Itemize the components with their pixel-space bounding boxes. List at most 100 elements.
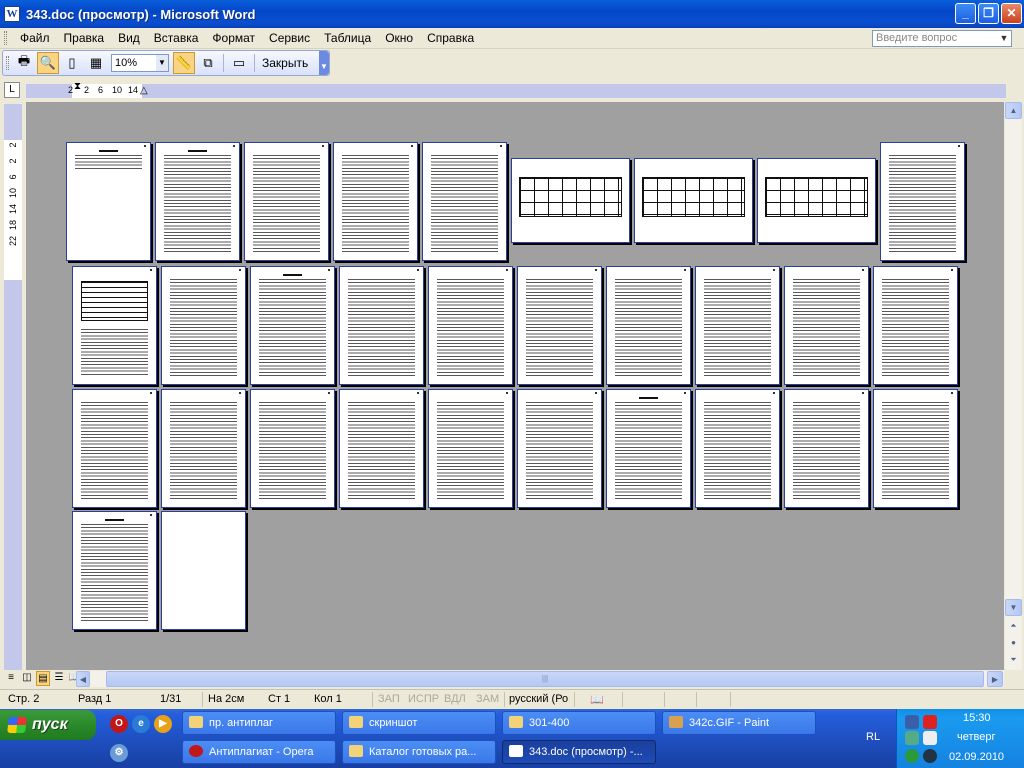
language-indicator[interactable]: RL: [866, 731, 880, 743]
task-folder-screenshot[interactable]: скриншот: [342, 711, 496, 735]
clock-time[interactable]: 15:30: [963, 712, 991, 724]
maximize-button[interactable]: ❐: [978, 3, 999, 24]
menu-table[interactable]: Таблица: [317, 29, 378, 48]
page-thumbnail[interactable]: [695, 266, 780, 385]
chevron-down-icon[interactable]: ▼: [997, 31, 1011, 46]
status-track-changes[interactable]: ИСПР: [408, 693, 439, 705]
opera-icon[interactable]: O: [110, 715, 128, 733]
page-thumbnail[interactable]: [517, 266, 602, 385]
menu-tools[interactable]: Сервис: [262, 29, 317, 48]
page-thumbnail[interactable]: [695, 389, 780, 508]
toolbar-options-icon[interactable]: ▼: [319, 51, 329, 75]
page-thumbnail[interactable]: [72, 511, 157, 630]
spelling-book-icon[interactable]: 📖: [590, 693, 604, 706]
menu-format[interactable]: Формат: [205, 29, 262, 48]
media-icon[interactable]: [923, 749, 937, 763]
help-question-input[interactable]: Введите вопрос ▼: [872, 30, 1012, 47]
page-thumbnail[interactable]: [250, 389, 335, 508]
full-screen-icon[interactable]: ▭: [228, 52, 250, 74]
warning-icon[interactable]: [923, 715, 937, 729]
browse-object-icon[interactable]: ●: [1005, 635, 1022, 652]
page-thumbnail[interactable]: [72, 266, 157, 385]
page-thumbnail[interactable]: [244, 142, 329, 261]
toolbar-grip[interactable]: [6, 56, 9, 70]
magnifier-icon[interactable]: 🔍: [37, 52, 59, 74]
previous-page-icon[interactable]: ⏶: [1005, 618, 1022, 635]
task-opera[interactable]: Антиплагиат - Opera: [182, 740, 336, 764]
menu-insert[interactable]: Вставка: [147, 29, 206, 48]
print-icon[interactable]: 🖶: [13, 52, 35, 74]
horizontal-scrollbar[interactable]: ◀ ||| ▶: [76, 671, 1004, 687]
status-overtype[interactable]: ЗАМ: [476, 693, 499, 705]
outline-view-icon[interactable]: ☰: [52, 671, 66, 686]
title-bar[interactable]: W 343.doc (просмотр) - Microsoft Word _ …: [0, 0, 1024, 28]
page-thumbnail[interactable]: [606, 389, 691, 508]
tab-selector-icon[interactable]: L: [4, 82, 20, 98]
status-extend[interactable]: ВДЛ: [444, 693, 466, 705]
page-thumbnail[interactable]: [339, 389, 424, 508]
antivirus-icon[interactable]: [905, 731, 919, 745]
media-player-icon[interactable]: ▶: [154, 715, 172, 733]
page-thumbnail[interactable]: [72, 389, 157, 508]
scroll-right-icon[interactable]: ▶: [987, 671, 1003, 687]
close-button[interactable]: ✕: [1001, 3, 1022, 24]
shrink-to-fit-icon[interactable]: ⧉: [197, 52, 219, 74]
word-doc-icon[interactable]: W: [4, 6, 20, 22]
minimize-button[interactable]: _: [955, 3, 976, 24]
task-folder-antiplag[interactable]: пр. антиплаг: [182, 711, 336, 735]
task-catalog[interactable]: Каталог готовых ра...: [342, 740, 496, 764]
zoom-select[interactable]: 10% ▼: [111, 54, 169, 72]
status-record[interactable]: ЗАП: [378, 693, 400, 705]
scroll-left-icon[interactable]: ◀: [76, 671, 90, 687]
page-thumbnail[interactable]: [422, 142, 507, 261]
task-word[interactable]: 343.doc (просмотр) -...: [502, 740, 656, 764]
multiple-pages-icon[interactable]: ▦: [85, 52, 107, 74]
page-thumbnail[interactable]: [873, 389, 958, 508]
page-thumbnail[interactable]: [428, 389, 513, 508]
page-thumbnail[interactable]: [634, 158, 753, 243]
update-icon[interactable]: [905, 749, 919, 763]
page-thumbnail[interactable]: [161, 389, 246, 508]
page-thumbnail[interactable]: [784, 389, 869, 508]
right-indent-marker-icon[interactable]: △: [140, 85, 148, 96]
page-thumbnail[interactable]: [339, 266, 424, 385]
page-thumbnail[interactable]: [428, 266, 513, 385]
horizontal-scroll-thumb[interactable]: |||: [106, 671, 984, 687]
page-thumbnail[interactable]: [606, 266, 691, 385]
scroll-up-icon[interactable]: ▲: [1005, 102, 1022, 119]
menu-edit[interactable]: Правка: [57, 29, 112, 48]
chevron-down-icon[interactable]: ▼: [156, 55, 168, 71]
print-preview-area[interactable]: [26, 102, 1004, 670]
web-view-icon[interactable]: ◫: [20, 671, 34, 686]
wifi-icon[interactable]: [923, 731, 937, 745]
page-thumbnail[interactable]: [161, 266, 246, 385]
close-preview-button[interactable]: Закрыть: [258, 53, 312, 73]
menu-window[interactable]: Окно: [378, 29, 420, 48]
page-thumbnail[interactable]: [161, 511, 246, 630]
indent-marker-icon[interactable]: ⧗: [74, 81, 81, 92]
page-thumbnail[interactable]: [517, 389, 602, 508]
task-folder-301-400[interactable]: 301-400: [502, 711, 656, 735]
page-thumbnail[interactable]: [66, 142, 151, 261]
next-page-icon[interactable]: ⏷: [1005, 652, 1022, 669]
print-layout-icon[interactable]: ▤: [36, 671, 50, 686]
view-ruler-icon[interactable]: 📏: [173, 52, 195, 74]
vertical-scrollbar[interactable]: ▲ ▼ ⏶ ● ⏷: [1005, 102, 1022, 670]
page-thumbnail[interactable]: [757, 158, 876, 243]
page-thumbnail[interactable]: [511, 158, 630, 243]
menu-help[interactable]: Справка: [420, 29, 481, 48]
scroll-down-icon[interactable]: ▼: [1005, 599, 1022, 616]
network-connection-icon[interactable]: [905, 715, 919, 729]
one-page-icon[interactable]: ▯: [61, 52, 83, 74]
page-thumbnail[interactable]: [250, 266, 335, 385]
normal-view-icon[interactable]: ≡: [4, 671, 18, 686]
page-thumbnail[interactable]: [873, 266, 958, 385]
network-icon[interactable]: ⚙: [110, 744, 128, 762]
menu-view[interactable]: Вид: [111, 29, 147, 48]
toolbar-grip[interactable]: [4, 31, 7, 45]
task-paint[interactable]: 342c.GIF - Paint: [662, 711, 816, 735]
ie-icon[interactable]: e: [132, 715, 150, 733]
page-thumbnail[interactable]: [784, 266, 869, 385]
page-thumbnail[interactable]: [155, 142, 240, 261]
start-button[interactable]: пуск: [0, 710, 96, 740]
